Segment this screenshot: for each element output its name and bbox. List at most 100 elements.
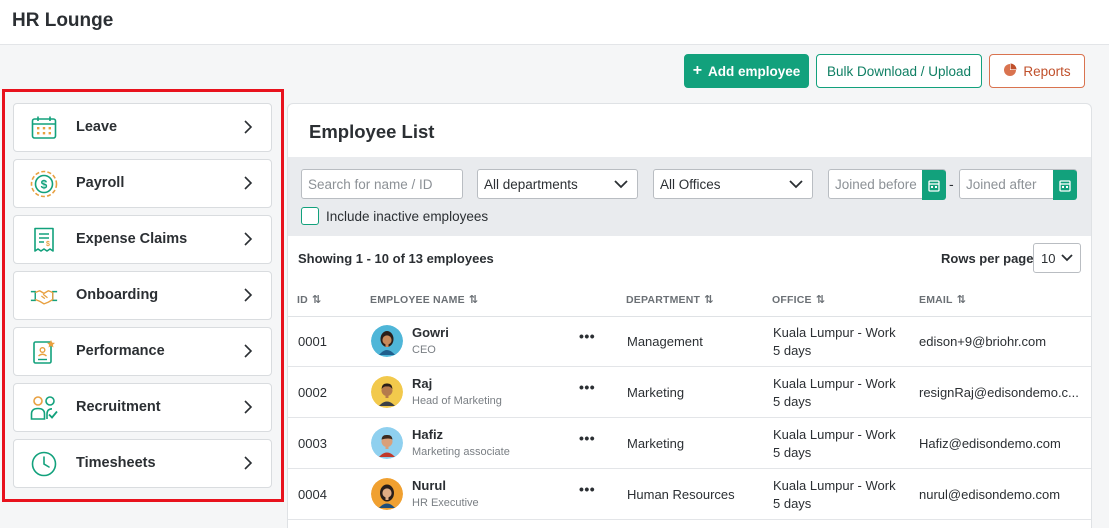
add-employee-label: Add employee — [708, 63, 801, 79]
sort-icon: ⇅ — [815, 294, 826, 306]
bulk-label: Bulk Download / Upload — [826, 63, 972, 79]
svg-text:$: $ — [41, 178, 48, 192]
employee-name[interactable]: Nurul — [412, 478, 446, 493]
row-actions-button[interactable]: ••• — [579, 379, 595, 395]
office-line: 5 days — [773, 394, 812, 409]
employee-email: edison+9@briohr.com — [919, 334, 1047, 349]
results-summary: Showing 1 - 10 of 13 employees — [298, 251, 494, 266]
sidebar-item-label: Payroll — [76, 175, 125, 191]
employee-title: CEO — [412, 344, 436, 356]
department-select[interactable]: All departments — [477, 169, 638, 199]
employee-department: Human Resources — [627, 487, 735, 502]
calendar-picker-icon[interactable] — [1053, 170, 1077, 200]
search-input[interactable]: Search for name / ID — [301, 169, 463, 199]
office-line: 5 days — [773, 343, 812, 358]
employee-name[interactable]: Gowri — [412, 325, 449, 340]
sidebar-item-payroll[interactable]: $ Payroll — [13, 159, 272, 208]
sidebar-item-label: Recruitment — [76, 399, 161, 415]
plus-icon: + — [692, 62, 703, 79]
employee-office: Kuala Lumpur - Work 5 days — [773, 375, 896, 411]
row-actions-button[interactable]: ••• — [579, 328, 595, 344]
office-line: Kuala Lumpur - Work — [773, 325, 896, 340]
employee-office: Kuala Lumpur - Work 5 days — [773, 426, 896, 462]
sidebar-item-label: Expense Claims — [76, 231, 188, 247]
chevron-right-icon — [241, 173, 255, 193]
date-separator: - — [949, 176, 954, 192]
include-inactive-row: Include inactive employees — [301, 207, 488, 225]
employee-department: Management — [627, 334, 703, 349]
bulk-download-upload-button[interactable]: Bulk Download / Upload — [816, 54, 982, 88]
sort-icon: ⇅ — [956, 294, 967, 306]
employee-id: 0004 — [298, 487, 327, 502]
column-header-department[interactable]: DEPARTMENT ⇅ — [626, 293, 714, 307]
clock-icon — [30, 451, 58, 477]
row-actions-button[interactable]: ••• — [579, 481, 595, 497]
employee-name[interactable]: Raj — [412, 376, 432, 391]
row-actions-button[interactable]: ••• — [579, 430, 595, 446]
table-row[interactable]: 0003 Hafiz Marketing associate ••• Marke… — [288, 418, 1091, 469]
office-line: Kuala Lumpur - Work — [773, 478, 896, 493]
sidebar-item-label: Timesheets — [76, 455, 156, 471]
reports-label: Reports — [1023, 63, 1071, 79]
office-line: Kuala Lumpur - Work — [773, 376, 896, 391]
sidebar-item-recruitment[interactable]: Recruitment — [13, 383, 272, 432]
joined-before-field[interactable]: Joined before — [828, 169, 946, 200]
sidebar-item-performance[interactable]: Performance — [13, 327, 272, 376]
rows-per-page-select[interactable]: 10 — [1033, 243, 1081, 273]
employee-email: resignRaj@edisondemo.c... — [919, 385, 1079, 400]
column-header-office[interactable]: OFFICE ⇅ — [772, 293, 826, 307]
employee-department: Marketing — [627, 436, 685, 451]
reports-button[interactable]: Reports — [989, 54, 1085, 88]
table-row[interactable]: 0001 Gowri CEO ••• Management Kuala Lump… — [288, 316, 1091, 367]
sidebar-item-label: Performance — [76, 343, 165, 359]
certificate-icon — [30, 339, 58, 365]
sidebar-item-label: Leave — [76, 119, 118, 135]
employee-office: Kuala Lumpur - Work 5 days — [773, 324, 896, 360]
chevron-down-icon — [1060, 252, 1074, 267]
employee-email: Hafiz@edisondemo.com — [919, 436, 1061, 451]
employee-id: 0001 — [298, 334, 327, 349]
column-header-id[interactable]: ID ⇅ — [297, 293, 321, 307]
add-employee-button[interactable]: + Add employee — [684, 54, 809, 88]
chevron-right-icon — [241, 341, 255, 361]
employee-id: 0002 — [298, 385, 327, 400]
column-header-label: ID — [297, 293, 308, 306]
joined-before-placeholder: Joined before — [835, 176, 917, 192]
table-row[interactable]: 0004 Nurul HR Executive ••• Human Resour… — [288, 469, 1091, 520]
employee-title: Marketing associate — [412, 446, 510, 458]
sidebar-item-leave[interactable]: Leave — [13, 103, 272, 152]
sidebar-item-expense-claims[interactable]: $ Expense Claims — [13, 215, 272, 264]
joined-after-placeholder: Joined after — [966, 176, 1037, 192]
sidebar: Leave $ Payroll $ Expense Claims Onboard… — [2, 89, 284, 502]
sort-icon: ⇅ — [468, 294, 479, 306]
calendar-picker-icon[interactable] — [922, 170, 946, 200]
payroll-coin-icon: $ — [30, 170, 58, 198]
chevron-right-icon — [241, 397, 255, 417]
chevron-down-icon — [788, 178, 804, 193]
chevron-right-icon — [241, 285, 255, 305]
avatar — [371, 427, 403, 459]
office-line: Kuala Lumpur - Work — [773, 427, 896, 442]
column-header-label: EMPLOYEE NAME — [370, 293, 465, 306]
table-row[interactable]: 0002 Raj Head of Marketing ••• Marketing… — [288, 367, 1091, 418]
rows-per-page-label: Rows per page — [941, 251, 1034, 266]
office-select[interactable]: All Offices — [653, 169, 813, 199]
app-title: HR Lounge — [12, 10, 114, 31]
receipt-icon: $ — [30, 227, 58, 253]
filter-bar: Search for name / ID All departments All… — [288, 157, 1091, 236]
avatar — [371, 478, 403, 510]
column-header-employee-name[interactable]: EMPLOYEE NAME ⇅ — [370, 293, 479, 307]
sidebar-item-onboarding[interactable]: Onboarding — [13, 271, 272, 320]
calendar-icon — [30, 115, 58, 141]
joined-after-field[interactable]: Joined after — [959, 169, 1077, 200]
chevron-right-icon — [241, 229, 255, 249]
sidebar-item-timesheets[interactable]: Timesheets — [13, 439, 272, 488]
employee-name[interactable]: Hafiz — [412, 427, 443, 442]
people-check-icon — [30, 395, 58, 421]
column-header-label: DEPARTMENT — [626, 293, 701, 306]
include-inactive-checkbox[interactable] — [301, 207, 319, 225]
svg-text:$: $ — [46, 241, 50, 248]
department-select-value: All departments — [484, 176, 578, 192]
column-header-label: EMAIL — [919, 293, 953, 306]
column-header-email[interactable]: EMAIL ⇅ — [919, 293, 967, 307]
